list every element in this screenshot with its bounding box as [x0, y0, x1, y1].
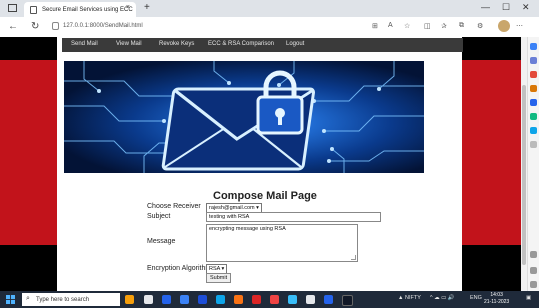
file-explorer-icon[interactable] [180, 295, 189, 304]
pdf-app-icon[interactable] [270, 295, 279, 304]
refresh-icon[interactable]: ↻ [31, 21, 39, 32]
task-view-icon[interactable] [144, 295, 153, 304]
outlook-icon[interactable] [530, 113, 537, 120]
language-indicator[interactable]: ENG [470, 295, 482, 301]
tab-title: Secure Email Services using ECC [42, 6, 133, 13]
resize-handle-icon[interactable] [351, 255, 356, 260]
shopping-icon[interactable] [530, 57, 537, 64]
open-external-icon[interactable] [530, 267, 537, 274]
word-app-icon[interactable] [324, 295, 333, 304]
browser-tab-bar: Secure Email Services using ECC × + — ☐ … [0, 0, 539, 17]
office-icon[interactable] [530, 99, 537, 106]
page-icon [30, 5, 37, 14]
new-tab-button[interactable]: + [144, 2, 150, 13]
stock-label: NIFTY [404, 295, 421, 301]
app-red-icon[interactable] [252, 295, 261, 304]
chevron-down-icon: ▾ [221, 266, 225, 272]
games-icon[interactable] [530, 85, 537, 92]
add-icon[interactable] [530, 141, 537, 148]
close-tab-icon[interactable]: × [126, 4, 130, 11]
extensions-icon[interactable]: ⚙ [477, 22, 483, 30]
message-label: Message [147, 238, 176, 245]
secure-email-illustration [64, 61, 424, 173]
drop-icon[interactable] [530, 127, 537, 134]
sidebar-layout-icon[interactable] [530, 251, 537, 258]
search-icon[interactable] [530, 43, 537, 50]
window-app-icon[interactable] [8, 4, 17, 12]
windows-taskbar: ⌕ Type here to search ▲ NIFTY ^ ☁ ▭ 🔊 EN… [0, 291, 539, 308]
vscode-app-icon[interactable] [288, 295, 297, 304]
url-field[interactable]: 127.0.0.1:8000/SendMail.html [63, 23, 143, 29]
close-window-button[interactable]: ✕ [522, 2, 530, 13]
menu-send-mail[interactable]: Send Mail [71, 41, 98, 47]
edge-sidebar [527, 37, 539, 291]
menu-ecc-rsa-comparison[interactable]: ECC & RSA Comparison [208, 41, 274, 47]
clock-time: 14:03 [490, 292, 503, 298]
minimize-button[interactable]: — [481, 2, 490, 12]
favorites-icon[interactable]: ✰ [441, 22, 447, 30]
weather-app-icon[interactable] [125, 295, 134, 304]
chrome-app-icon[interactable] [234, 295, 243, 304]
top-menu: Send Mail View Mail Revoke Keys ECC & RS… [62, 38, 463, 52]
menu-logout[interactable]: Logout [286, 41, 304, 47]
notification-icon[interactable]: ▣ [526, 295, 531, 301]
more-icon[interactable]: ⋯ [516, 22, 523, 30]
back-icon[interactable]: ← [8, 21, 18, 32]
maximize-button[interactable]: ☐ [502, 2, 510, 13]
chevron-down-icon: ▾ [256, 205, 259, 211]
subject-input[interactable]: testing with RSA [206, 212, 381, 222]
collections-icon[interactable]: ⧉ [459, 22, 464, 30]
mail-app-icon[interactable] [216, 295, 225, 304]
translate-icon[interactable]: A [388, 22, 393, 29]
reading-icon[interactable]: ⊞ [372, 22, 378, 30]
site-info-icon[interactable] [52, 22, 59, 30]
search-placeholder: Type here to search [36, 296, 90, 303]
favorite-icon[interactable]: ☆ [404, 22, 410, 30]
tray-icons[interactable]: ^ ☁ ▭ 🔊 [430, 295, 455, 301]
stock-widget[interactable]: ▲ NIFTY [398, 295, 421, 301]
avatar[interactable] [498, 20, 510, 32]
message-textarea[interactable]: encrypting message using RSA [206, 224, 358, 262]
split-screen-icon[interactable]: ◫ [424, 22, 431, 30]
clock[interactable]: 14:03 21-11-2023 [484, 292, 509, 306]
algorithm-label: Encryption Algorithm [147, 265, 212, 272]
tools-icon[interactable] [530, 71, 537, 78]
browser-tab[interactable]: Secure Email Services using ECC × [24, 2, 136, 17]
store-app-icon[interactable] [198, 295, 207, 304]
submit-button[interactable]: Submit [206, 273, 232, 283]
taskbar-search-input[interactable]: ⌕ Type here to search [22, 293, 120, 306]
menu-revoke-keys[interactable]: Revoke Keys [159, 41, 194, 47]
menu-view-mail[interactable]: View Mail [116, 41, 142, 47]
banner-image [64, 61, 424, 173]
settings-icon[interactable] [530, 281, 537, 288]
algorithm-select-value: RSA [209, 266, 221, 272]
windows-start-icon[interactable] [6, 295, 15, 304]
page-title: Compose Mail Page [213, 190, 317, 202]
search-icon: ⌕ [26, 295, 30, 302]
message-text: encrypting message using RSA [209, 226, 286, 232]
receiver-label: Choose Receiver [147, 203, 201, 210]
address-bar-row: ← ↻ 127.0.0.1:8000/SendMail.html ⊞ A ☆ ◫… [0, 17, 539, 38]
clock-date: 21-11-2023 [484, 299, 510, 305]
explorer-app-icon[interactable] [306, 295, 315, 304]
receiver-select-value: rajesh@gmail.com [209, 205, 255, 211]
terminal-app-icon[interactable] [342, 295, 353, 306]
edge-app-icon[interactable] [162, 295, 171, 304]
chart-icon: ▲ [398, 295, 405, 301]
subject-label: Subject [147, 213, 171, 220]
scrollbar-thumb[interactable] [522, 85, 526, 265]
